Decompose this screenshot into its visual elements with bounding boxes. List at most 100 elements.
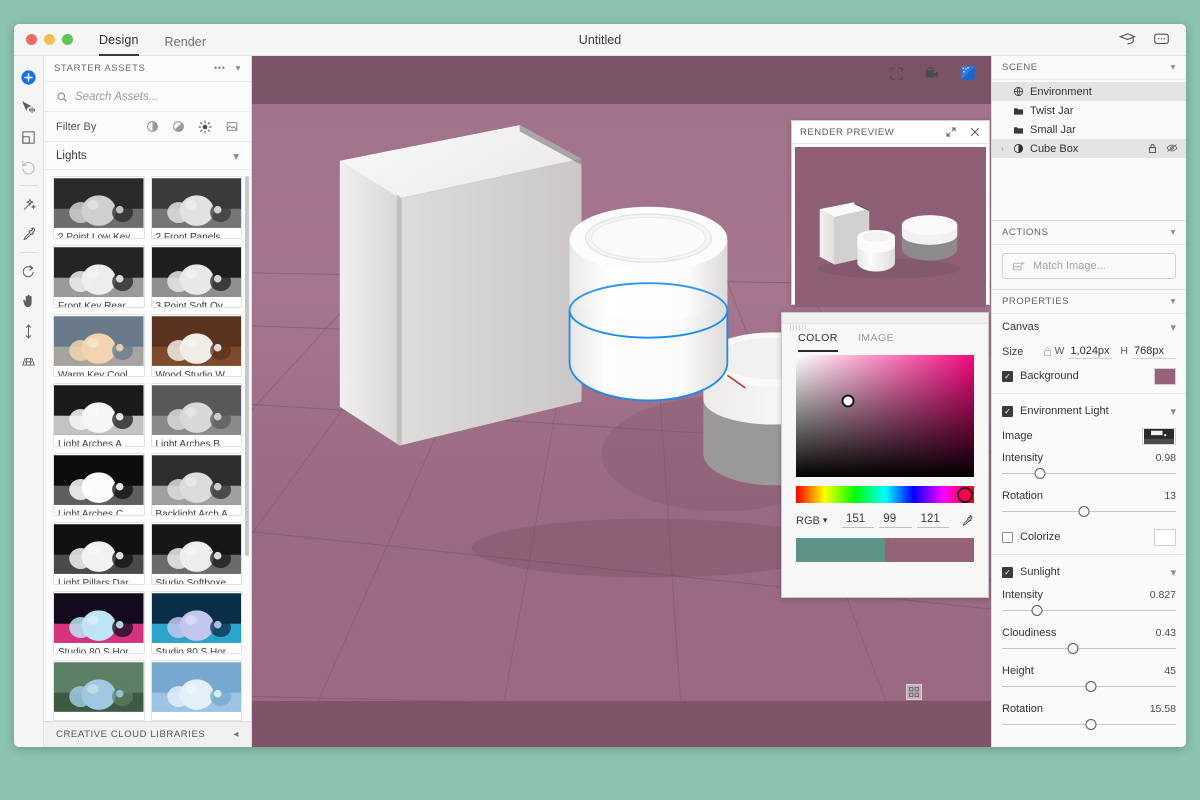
dolly-tool[interactable] <box>16 316 42 346</box>
frame-tool[interactable] <box>16 122 42 152</box>
asset-card[interactable]: Studio 80 S Horro... <box>150 590 242 654</box>
sun-height-slider[interactable] <box>1002 681 1176 693</box>
link-lock-icon[interactable] <box>1043 346 1055 357</box>
canvas-section-header[interactable]: Canvas ▾ <box>992 314 1186 340</box>
creative-cloud-libraries-bar[interactable]: CREATIVE CLOUD LIBRARIES ◂ <box>44 721 251 747</box>
sun-intensity-slider[interactable] <box>1002 605 1176 617</box>
blue-value-input[interactable]: 121 <box>916 513 949 528</box>
camera-tool[interactable] <box>16 346 42 376</box>
assets-group-lights[interactable]: Lights ▾ <box>44 142 251 170</box>
match-image-button[interactable]: Match Image... <box>1002 253 1176 279</box>
asset-card[interactable] <box>53 660 145 721</box>
assets-overflow-menu-icon[interactable]: ••• <box>214 63 226 74</box>
3d-viewport[interactable]: RENDER PREVIEW |||||| COLOR IMAGE RGB ▾ … <box>252 56 991 747</box>
maximize-window-button[interactable] <box>62 34 73 45</box>
sun-cloudiness-slider[interactable] <box>1002 643 1176 655</box>
height-value[interactable]: 768px <box>1132 345 1176 359</box>
background-color-swatch[interactable] <box>1154 367 1176 385</box>
properties-panel-header[interactable]: PROPERTIES ▾ <box>992 290 1186 314</box>
env-hdr-thumb[interactable] <box>1142 427 1176 445</box>
color-picker-drag-handle[interactable]: |||||| <box>782 313 988 331</box>
chevron-down-icon[interactable]: ▾ <box>1171 62 1176 73</box>
eyedropper-tool[interactable] <box>16 219 42 249</box>
scene-item-small-jar[interactable]: Small Jar <box>992 120 1186 139</box>
learn-cap-icon[interactable] <box>1118 31 1136 49</box>
scene-item-environment[interactable]: Environment <box>992 82 1186 101</box>
render-camera-icon[interactable] <box>923 64 941 82</box>
chevron-down-icon[interactable]: ▾ <box>823 515 828 526</box>
asset-card[interactable]: Backlight Arch A <box>150 452 242 516</box>
hidden-eye-icon[interactable] <box>1166 143 1178 154</box>
asset-card[interactable]: Studio Softboxes ... <box>150 521 242 585</box>
minimize-window-button[interactable] <box>44 34 55 45</box>
move-gizmo-icon[interactable] <box>906 684 922 700</box>
actions-panel-header[interactable]: ACTIONS ▾ <box>992 221 1186 245</box>
chevron-down-icon[interactable]: ▾ <box>1170 321 1176 334</box>
eyedropper-icon[interactable] <box>960 514 974 528</box>
scene-tree[interactable]: Environment Twist Jar Small Jar › Cube Box <box>992 80 1186 158</box>
asset-card[interactable]: Light Arches A <box>53 383 145 447</box>
asset-card[interactable]: Warm Key Cool Fill <box>53 314 145 378</box>
asset-card[interactable]: Studio 80 S Horro... <box>53 590 145 654</box>
pan-hand-tool[interactable] <box>16 286 42 316</box>
current-color-swatch[interactable] <box>885 538 974 562</box>
viewport-toolbar[interactable] <box>887 64 977 82</box>
chevron-down-icon[interactable]: ▾ <box>1170 405 1176 418</box>
hue-slider[interactable] <box>796 486 974 503</box>
add-object-tool[interactable] <box>16 62 42 92</box>
chevron-down-icon[interactable]: ▾ <box>1170 566 1176 579</box>
hue-handle[interactable] <box>957 486 974 503</box>
search-input[interactable] <box>75 90 225 103</box>
assets-collapse-caret-icon[interactable]: ▾ <box>236 63 241 74</box>
colorize-color-swatch[interactable] <box>1154 528 1176 546</box>
scene-panel-header[interactable]: SCENE ▾ <box>992 56 1186 80</box>
chevron-down-icon[interactable]: ▾ <box>1171 227 1176 238</box>
sun-intensity-slider-row[interactable] <box>992 604 1186 623</box>
cc-libraries-expand-icon[interactable]: ◂ <box>233 729 239 740</box>
collapse-diagonal-icon[interactable] <box>945 126 957 138</box>
render-quality-icon[interactable] <box>959 64 977 82</box>
feedback-chat-icon[interactable] <box>1152 31 1170 49</box>
chevron-down-icon[interactable]: ▾ <box>1171 296 1176 307</box>
tab-image[interactable]: IMAGE <box>858 332 894 352</box>
slider-knob[interactable] <box>1078 506 1090 517</box>
lock-icon[interactable] <box>1148 143 1157 154</box>
chevron-down-icon[interactable]: ▾ <box>233 149 239 163</box>
green-value-input[interactable]: 99 <box>879 513 912 528</box>
asset-card[interactable]: Light Pillars Dark A <box>53 521 145 585</box>
tab-color[interactable]: COLOR <box>798 332 838 352</box>
material-sphere-icon[interactable] <box>146 120 159 133</box>
assets-search-row[interactable] <box>44 82 251 112</box>
colorize-checkbox[interactable] <box>1002 531 1013 543</box>
red-value-input[interactable]: 151 <box>841 513 875 528</box>
undo-tool[interactable] <box>16 152 42 182</box>
select-move-tool[interactable] <box>16 92 42 122</box>
saturation-handle[interactable] <box>841 394 855 408</box>
tab-design[interactable]: Design <box>99 33 139 56</box>
close-window-button[interactable] <box>26 34 37 45</box>
width-value[interactable]: 1,024px <box>1068 345 1113 359</box>
env-intensity-slider[interactable] <box>1002 468 1176 480</box>
slider-knob[interactable] <box>1031 605 1043 616</box>
previous-color-swatch[interactable] <box>796 538 885 562</box>
slider-knob[interactable] <box>1085 681 1097 692</box>
sun-cloudiness-slider-row[interactable] <box>992 642 1186 661</box>
scene-item-twist-jar[interactable]: Twist Jar <box>992 101 1186 120</box>
sun-icon[interactable] <box>198 119 212 134</box>
canvas-width-field[interactable]: W 1,024px <box>1054 345 1113 359</box>
mode-tabs[interactable]: Design Render <box>99 24 206 56</box>
saturation-value-field[interactable] <box>796 355 974 477</box>
asset-card[interactable]: Light Arches B <box>150 383 242 447</box>
slider-knob[interactable] <box>1067 643 1079 654</box>
close-icon[interactable] <box>969 126 981 138</box>
sun-rotation-slider[interactable] <box>1002 719 1176 731</box>
expand-arrow-icon[interactable]: › <box>998 144 1007 153</box>
asset-card[interactable]: 2 Front Panels So... <box>150 176 242 240</box>
asset-card[interactable]: Front Key Rear Pa... <box>53 245 145 309</box>
window-controls[interactable] <box>14 34 73 45</box>
asset-card[interactable]: 2 Point Low Key <box>53 176 145 240</box>
assets-scrollbar[interactable] <box>245 176 249 556</box>
sunlight-checkbox[interactable]: ✓ <box>1002 566 1013 578</box>
color-picker-tabs[interactable]: COLOR IMAGE <box>782 324 988 352</box>
sun-height-slider-row[interactable] <box>992 680 1186 699</box>
